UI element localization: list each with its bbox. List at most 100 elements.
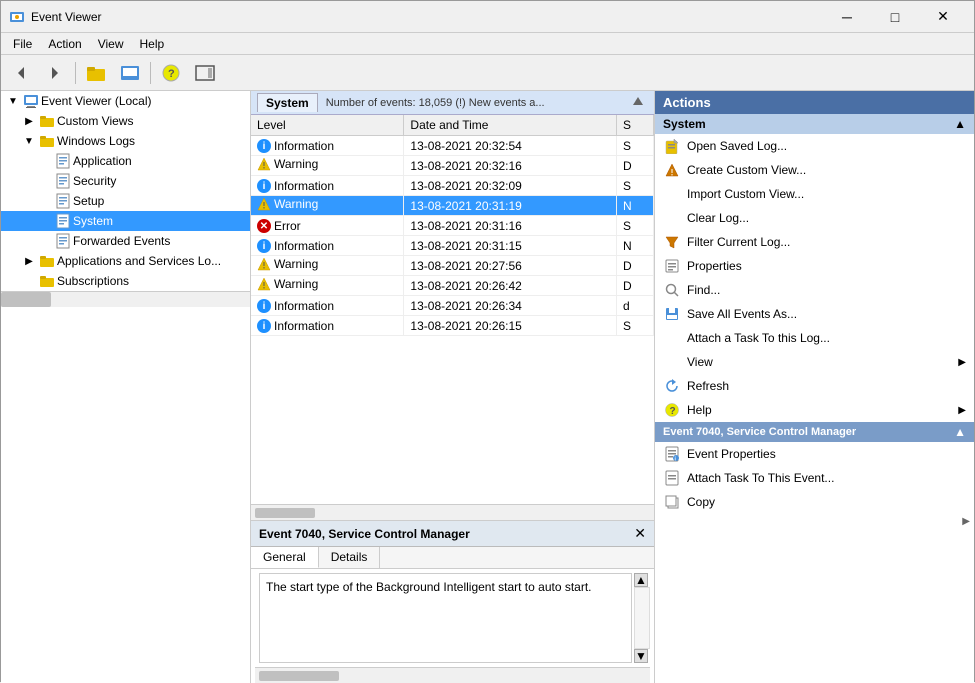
table-row[interactable]: ✕Error 13-08-2021 20:31:16 S [251,216,654,236]
close-button[interactable]: ✕ [920,1,966,33]
cell-source: S [616,176,653,196]
main-layout: ▼ Event Viewer (Local) ▶ Custom Views [1,91,974,683]
action-label-view: View [687,355,713,369]
actions-section-system[interactable]: System ▲ [655,114,974,134]
action-filter-log[interactable]: Filter Current Log... [655,230,974,254]
actions-button[interactable] [189,59,221,87]
action-open-saved-log[interactable]: Open Saved Log... [655,134,974,158]
log-icon-security [55,173,71,189]
table-row[interactable]: Warning 13-08-2021 20:26:42 D [251,276,654,296]
action-event-properties[interactable]: i Event Properties [655,442,974,466]
table-row[interactable]: Warning 13-08-2021 20:31:19 N [251,196,654,216]
action-label-refresh: Refresh [687,379,729,393]
action-save-all[interactable]: Save All Events As... [655,302,974,326]
action-label-copy: Copy [687,495,715,509]
tree-item-custom-views[interactable]: ▶ Custom Views [1,111,250,131]
col-datetime[interactable]: Date and Time [404,115,617,136]
tree-item-app-services[interactable]: ▶ Applications and Services Lo... [1,251,250,271]
window-controls[interactable]: ─ □ ✕ [824,1,966,33]
action-import-custom-view[interactable]: Import Custom View... [655,182,974,206]
tree-item-system[interactable]: System [1,211,250,231]
maximize-button[interactable]: □ [872,1,918,33]
tree-toggle-winlogs[interactable]: ▼ [21,133,37,149]
menu-help[interactable]: Help [132,35,173,53]
cell-datetime: 13-08-2021 20:31:19 [404,196,617,216]
tree-toggle-appservices[interactable]: ▶ [21,253,37,269]
detail-scroll-down[interactable]: ▼ [634,649,648,663]
tree-item-application[interactable]: Application [1,151,250,171]
action-find[interactable]: Find... [655,278,974,302]
tree-label-forwarded: Forwarded Events [73,234,170,248]
minimize-button[interactable]: ─ [824,1,870,33]
action-view[interactable]: View ▶ [655,350,974,374]
cell-source: N [616,196,653,216]
menu-action[interactable]: Action [40,35,89,53]
window-title: Event Viewer [31,10,824,24]
create-view-icon [663,161,681,179]
col-level[interactable]: Level [251,115,404,136]
table-row[interactable]: iInformation 13-08-2021 20:26:34 d [251,296,654,316]
help-button[interactable]: ? [155,59,187,87]
cell-source: S [616,136,653,156]
event-table-container[interactable]: Level Date and Time S iInformation 13-08… [251,115,654,504]
action-copy[interactable]: Copy [655,490,974,514]
cell-datetime: 13-08-2021 20:31:16 [404,216,617,236]
tree-item-forwarded[interactable]: Forwarded Events [1,231,250,251]
left-scrollbar[interactable] [1,291,250,307]
cell-level: iInformation [251,316,404,336]
log-icon-system [55,213,71,229]
detail-tabs: General Details [251,547,654,569]
back-icon [12,64,30,82]
info-level-icon: i [257,239,271,253]
detail-hscroll[interactable] [255,667,650,683]
cell-level: Warning [251,256,404,276]
tree-item-subscriptions[interactable]: Subscriptions [1,271,250,291]
action-attach-task-log[interactable]: Attach a Task To this Log... [655,326,974,350]
table-row[interactable]: Warning 13-08-2021 20:32:16 D [251,156,654,176]
console-button[interactable] [114,59,146,87]
tree-toggle-custom[interactable]: ▶ [21,113,37,129]
find-icon [663,281,681,299]
cell-datetime: 13-08-2021 20:32:54 [404,136,617,156]
cell-datetime: 13-08-2021 20:26:15 [404,316,617,336]
detail-scroll-up[interactable]: ▲ [634,573,648,587]
back-button[interactable] [5,59,37,87]
action-label-filter: Filter Current Log... [687,235,790,249]
action-attach-task-event[interactable]: Attach Task To This Event... [655,466,974,490]
tree-item-root[interactable]: ▼ Event Viewer (Local) [1,91,250,111]
save-icon [663,305,681,323]
folder-button[interactable] [80,59,112,87]
tree-item-setup[interactable]: Setup [1,191,250,211]
tab-general[interactable]: General [251,547,319,568]
tree-label-system: System [73,214,113,228]
action-label-attach-task-event: Attach Task To This Event... [687,471,834,485]
action-properties[interactable]: Properties [655,254,974,278]
forward-button[interactable] [39,59,71,87]
menu-view[interactable]: View [90,35,132,53]
menu-file[interactable]: File [5,35,40,53]
list-scroll-up[interactable] [632,95,648,111]
table-row[interactable]: iInformation 13-08-2021 20:32:54 S [251,136,654,156]
action-clear-log[interactable]: Clear Log... [655,206,974,230]
tree-toggle-root[interactable]: ▼ [5,93,21,109]
cell-source: D [616,156,653,176]
actions-section-event7040[interactable]: Event 7040, Service Control Manager ▲ [655,422,974,442]
action-refresh[interactable]: Refresh [655,374,974,398]
left-pane[interactable]: ▼ Event Viewer (Local) ▶ Custom Views [1,91,251,683]
table-row[interactable]: iInformation 13-08-2021 20:32:09 S [251,176,654,196]
action-create-custom-view[interactable]: Create Custom View... [655,158,974,182]
action-help[interactable]: ? Help ▶ [655,398,974,422]
table-row[interactable]: Warning 13-08-2021 20:27:56 D [251,256,654,276]
event-list-tab[interactable]: System [257,93,318,112]
action-label-properties: Properties [687,259,742,273]
detail-close-button[interactable]: ✕ [634,525,646,542]
table-row[interactable]: iInformation 13-08-2021 20:31:15 N [251,236,654,256]
right-pane: Actions System ▲ Open Saved Log... [654,91,974,683]
table-hscroll[interactable] [251,504,654,520]
col-source[interactable]: S [616,115,653,136]
tree-item-security[interactable]: Security [1,171,250,191]
tree-item-windows-logs[interactable]: ▼ Windows Logs [1,131,250,151]
tab-details[interactable]: Details [319,547,381,568]
table-row[interactable]: iInformation 13-08-2021 20:26:15 S [251,316,654,336]
cell-datetime: 13-08-2021 20:32:16 [404,156,617,176]
